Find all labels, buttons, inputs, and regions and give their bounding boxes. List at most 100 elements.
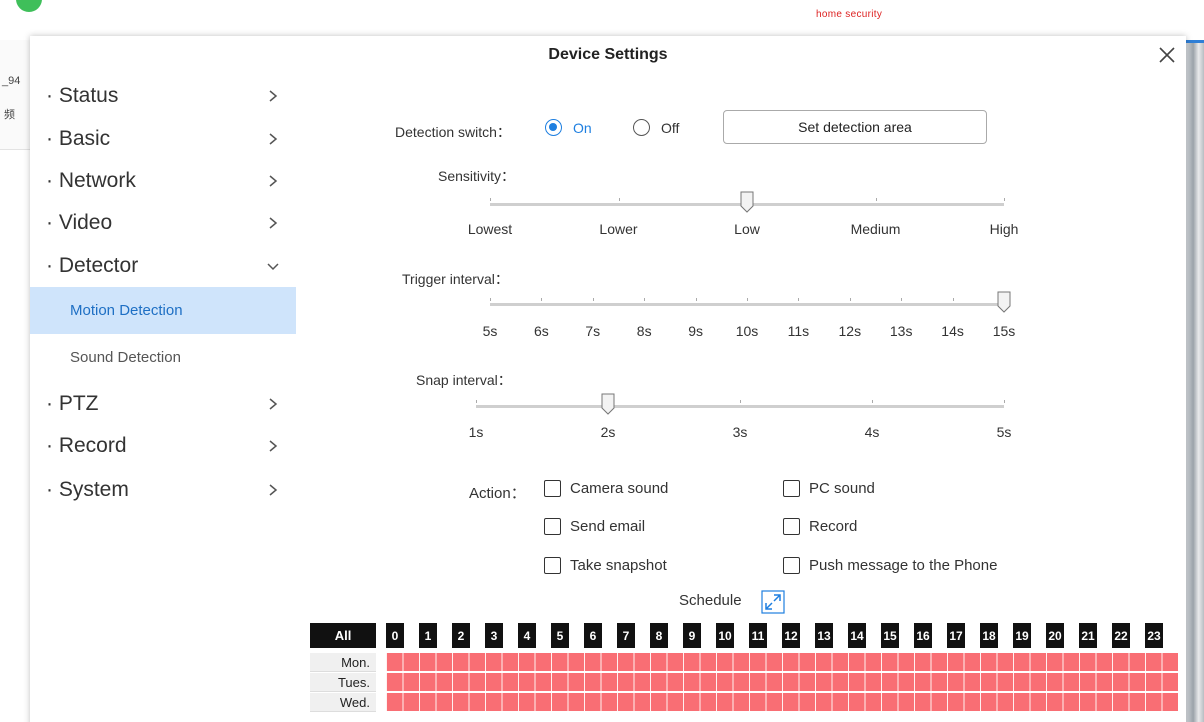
camera-sound-checkbox[interactable]: Camera sound [544,480,668,497]
slider-tick [541,298,543,301]
schedule-hour-cell[interactable]: 11 [749,623,767,648]
schedule-select-all-button[interactable]: All [310,623,376,648]
record-checkbox[interactable]: Record [783,518,857,535]
dialog-title: Device Settings [548,46,668,63]
background-sidebar [0,40,30,150]
sidebar-item-label: · Record [46,434,127,457]
chevron-right-icon [269,90,278,102]
slider-tick [490,198,491,201]
schedule-hour-cell[interactable]: 21 [1079,623,1097,648]
schedule-hour-cell[interactable]: 7 [617,623,635,648]
sidebar-subitem-label: Sound Detection [70,349,181,366]
chevron-down-icon [267,263,279,271]
sidebar-item-video[interactable]: · Video [46,205,280,241]
pc-sound-checkbox[interactable]: PC sound [783,480,875,497]
schedule-hour-cell[interactable]: 2 [452,623,470,648]
slider-thumb[interactable] [740,191,754,213]
schedule-day-slots[interactable] [386,673,1178,692]
slider-tick [618,198,620,201]
checkbox-label: Record [809,518,858,535]
schedule-hour-cell[interactable]: 1 [419,623,437,648]
sidebar-item-label: · Network [46,169,136,192]
slider-tick-label: Low [734,221,760,237]
close-button[interactable] [1156,44,1178,66]
detection-off-radio[interactable]: Off [633,119,679,136]
schedule-hour-cell[interactable]: 0 [386,623,404,648]
schedule-hour-cell[interactable]: 6 [584,623,602,648]
slider-thumb[interactable] [997,291,1011,313]
schedule-hour-cell[interactable]: 18 [980,623,998,648]
detection-on-radio[interactable]: On [545,119,592,136]
slider-thumb[interactable] [601,393,615,415]
slider-tick [952,298,954,301]
set-detection-area-button[interactable]: Set detection area [723,110,987,144]
schedule-hour-cell[interactable]: 10 [716,623,734,648]
take-snapshot-checkbox[interactable]: Take snapshot [544,557,667,574]
schedule-hour-cell[interactable]: 20 [1046,623,1064,648]
sidebar-item-basic[interactable]: · Basic [46,121,280,157]
schedule-hour-cell[interactable]: 8 [650,623,668,648]
checkbox-label: Camera sound [570,480,669,497]
schedule-label: Schedule [679,592,742,609]
slider-tick [849,298,851,301]
schedule-hour-cell[interactable]: 9 [683,623,701,648]
schedule-hour-cell[interactable]: 4 [518,623,536,648]
slider-tick-label: 4s [864,424,880,440]
schedule-hour-cell[interactable]: 23 [1145,623,1163,648]
slider-tick [740,400,741,403]
checkbox-label: Send email [570,518,646,535]
sidebar-subitem-sound-detection[interactable]: Sound Detection [30,334,296,381]
chevron-right-icon [269,484,278,496]
radio-label: Off [661,119,680,136]
chevron-right-icon [269,398,278,410]
schedule-hour-cell[interactable]: 13 [815,623,833,648]
sidebar-item-detector[interactable]: · Detector [46,248,280,284]
schedule-day-label[interactable]: Wed. [310,693,376,712]
push-message-checkbox[interactable]: Push message to the Phone [783,557,997,574]
schedule-day-slots[interactable] [386,693,1178,712]
background-device-name: _94 [2,75,21,87]
schedule-hour-cell[interactable]: 16 [914,623,932,648]
schedule-day-label[interactable]: Tues. [310,673,376,692]
sidebar-item-network[interactable]: · Network [46,163,280,199]
slider-tick-label: 1s [468,424,484,440]
sidebar-item-record[interactable]: · Record [46,428,280,464]
schedule-day-label[interactable]: Mon. [310,653,376,672]
sidebar-item-label: · Basic [46,127,111,150]
schedule-hour-cell[interactable]: 15 [881,623,899,648]
sidebar-item-status[interactable]: · Status [46,78,280,114]
sensitivity-label: Sensitivity： [438,168,516,184]
schedule-day-slots[interactable] [386,653,1178,672]
schedule-hour-cell[interactable]: 5 [551,623,569,648]
chevron-right-icon [269,440,278,452]
trigger-interval-track[interactable] [490,303,1004,306]
schedule-hour-cell[interactable]: 22 [1112,623,1130,648]
slider-tick [901,298,903,301]
action-label: Action： [469,485,526,502]
schedule-hour-cell[interactable]: 19 [1013,623,1031,648]
slider-tick-label: 10s [735,323,759,339]
background-accent-line [1186,40,1204,43]
schedule-hour-cell[interactable]: 14 [848,623,866,648]
slider-tick-label: 2s [600,424,616,440]
sidebar-item-system[interactable]: · System [46,472,280,508]
slider-tick [476,400,477,403]
schedule-hour-cell[interactable]: 12 [782,623,800,648]
slider-tick [1004,198,1005,201]
schedule-hour-cell[interactable]: 17 [947,623,965,648]
slider-tick [1004,400,1005,403]
slider-tick-label: 11s [787,323,810,339]
send-email-checkbox[interactable]: Send email [544,518,645,535]
sidebar-item-label: · Status [46,84,119,107]
chevron-right-icon [269,175,278,187]
device-settings-dialog: Device Settings · Status · Basic · Netwo… [30,36,1186,722]
schedule-hour-cell[interactable]: 3 [485,623,503,648]
sidebar-item-ptz[interactable]: · PTZ [46,386,280,422]
slider-tick [747,298,748,301]
expand-schedule-button[interactable] [761,590,785,614]
trigger-interval-label: Trigger interval： [402,271,509,287]
snap-interval-track[interactable] [476,405,1004,408]
expand-icon [761,590,785,614]
slider-tick-label: 5s [482,323,498,339]
sidebar-subitem-motion-detection[interactable]: Motion Detection [30,287,296,334]
